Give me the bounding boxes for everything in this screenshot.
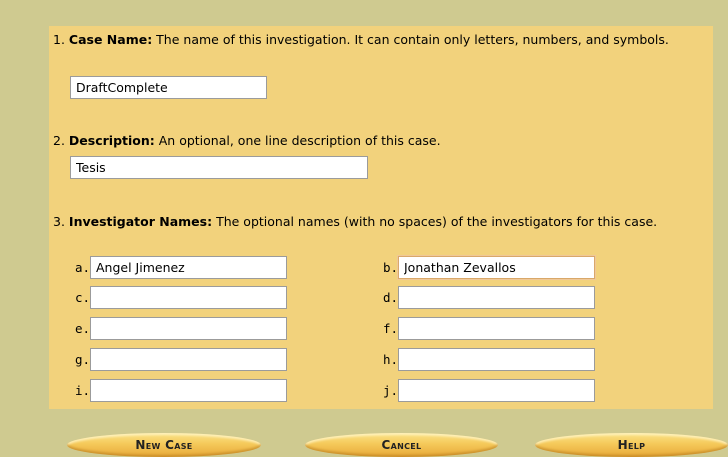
new-case-form-panel: 1. Case Name: The name of this investiga…: [49, 26, 713, 409]
case-name-label: Case Name:: [68, 32, 153, 47]
description-input[interactable]: [70, 156, 368, 179]
investigator-f-label: f.: [383, 321, 399, 336]
investigator-d-label: d.: [383, 290, 399, 305]
help-button[interactable]: Help: [535, 433, 728, 457]
case-name-input[interactable]: [70, 76, 267, 99]
cancel-button[interactable]: Cancel: [305, 433, 498, 457]
investigator-g-input[interactable]: [90, 348, 287, 371]
investigator-i-input[interactable]: [90, 379, 287, 402]
investigator-c-input[interactable]: [90, 286, 287, 309]
investigator-names-help-text: The optional names (with no spaces) of t…: [212, 214, 658, 229]
case-name-help-text: The name of this investigation. It can c…: [152, 32, 669, 47]
description-number: 2.: [53, 133, 65, 148]
investigator-b-label: b.: [383, 260, 399, 275]
investigator-a-label: a.: [75, 260, 91, 275]
investigator-names-number: 3.: [53, 214, 65, 229]
investigator-h-input[interactable]: [398, 348, 595, 371]
investigator-j-input[interactable]: [398, 379, 595, 402]
investigator-names-instructions: 3. Investigator Names: The optional name…: [53, 212, 693, 232]
investigator-c-label: c.: [75, 290, 91, 305]
case-name-instructions: 1. Case Name: The name of this investiga…: [53, 30, 693, 50]
investigator-d-input[interactable]: [398, 286, 595, 309]
description-help-text: An optional, one line description of thi…: [154, 133, 441, 148]
investigator-i-label: i.: [75, 383, 91, 398]
investigator-g-label: g.: [75, 352, 91, 367]
description-label: Description:: [68, 133, 155, 148]
investigator-b-input[interactable]: [398, 256, 595, 279]
new-case-button[interactable]: New Case: [67, 433, 261, 457]
description-instructions: 2. Description: An optional, one line de…: [53, 131, 693, 151]
investigator-e-label: e.: [75, 321, 91, 336]
investigator-h-label: h.: [383, 352, 399, 367]
investigator-j-label: j.: [383, 383, 399, 398]
investigator-f-input[interactable]: [398, 317, 595, 340]
investigator-a-input[interactable]: [90, 256, 287, 279]
case-name-number: 1.: [53, 32, 65, 47]
investigator-names-label: Investigator Names:: [68, 214, 213, 229]
investigator-e-input[interactable]: [90, 317, 287, 340]
